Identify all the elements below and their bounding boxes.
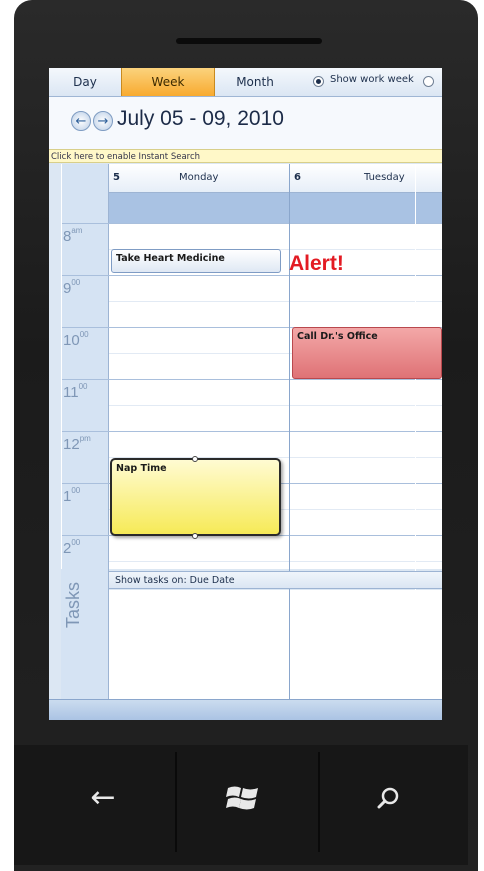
resize-handle-top[interactable] — [192, 456, 198, 462]
time-label-8am: 8am — [63, 226, 83, 245]
hour-line — [61, 275, 442, 276]
day-header-monday[interactable]: 5 Monday — [109, 164, 289, 193]
alert-label: Alert! — [289, 252, 344, 275]
time-label-9: 900 — [63, 278, 81, 297]
day-number: 5 — [113, 172, 120, 183]
all-day-band-monday[interactable] — [109, 193, 289, 223]
view-toolbar: Day Week Month Show work week — [49, 68, 442, 97]
show-work-week-label: Show work week — [330, 74, 414, 85]
tasks-area[interactable] — [109, 590, 442, 699]
time-label-1: 100 — [63, 486, 81, 505]
half-hour-line — [109, 405, 442, 406]
arrow-left-icon: ← — [90, 780, 116, 815]
day-divider — [289, 590, 290, 699]
time-label-12pm: 12pm — [63, 434, 91, 453]
event-take-heart-medicine[interactable]: Take Heart Medicine — [111, 249, 281, 273]
bottom-scroll-strip[interactable] — [49, 699, 442, 720]
search-icon — [377, 787, 399, 809]
day-name: Monday — [179, 172, 219, 183]
tab-month[interactable]: Month — [213, 68, 297, 96]
hour-line — [61, 431, 442, 432]
tab-week[interactable]: Week — [121, 68, 215, 96]
event-call-doctors-office[interactable]: Call Dr.'s Office — [292, 327, 442, 379]
resize-handle-bottom[interactable] — [192, 533, 198, 539]
hour-line — [61, 379, 442, 380]
time-label-10: 1000 — [63, 330, 89, 349]
search-button[interactable] — [363, 778, 413, 818]
tasks-header[interactable]: Show tasks on: Due Date — [109, 571, 442, 589]
calendar-screen: Day Week Month Show work week ← → July 0… — [49, 68, 442, 720]
tab-day[interactable]: Day — [49, 68, 121, 96]
all-day-band-tuesday[interactable] — [290, 193, 442, 223]
start-button[interactable] — [218, 778, 268, 818]
arrow-left-icon: ← — [75, 114, 87, 129]
show-full-week-radio[interactable] — [423, 76, 434, 87]
phone-speaker — [176, 38, 322, 44]
half-hour-line — [109, 561, 442, 562]
arrow-right-icon: → — [97, 114, 109, 129]
next-week-button[interactable]: → — [93, 111, 113, 131]
day-name: Tuesday — [364, 172, 405, 183]
event-nap-time[interactable]: Nap Time — [110, 458, 281, 536]
tasks-label: Tasks — [63, 581, 83, 628]
back-button[interactable]: ← — [78, 778, 128, 818]
date-navigation: ← → July 05 - 09, 2010 — [49, 97, 442, 149]
previous-week-button[interactable]: ← — [71, 111, 91, 131]
show-work-week-radio[interactable] — [313, 76, 324, 87]
time-label-11: 1100 — [63, 382, 88, 401]
instant-search-bar[interactable]: Click here to enable Instant Search — [49, 149, 442, 163]
hour-line — [61, 223, 442, 224]
day-header-tuesday[interactable]: 6 Tuesday — [290, 164, 442, 193]
nav-divider — [175, 752, 177, 852]
half-hour-line — [109, 301, 442, 302]
windows-logo-icon — [226, 786, 258, 810]
date-range-title: July 05 - 09, 2010 — [117, 107, 284, 130]
nav-divider — [318, 752, 320, 852]
day-number: 6 — [294, 172, 301, 183]
